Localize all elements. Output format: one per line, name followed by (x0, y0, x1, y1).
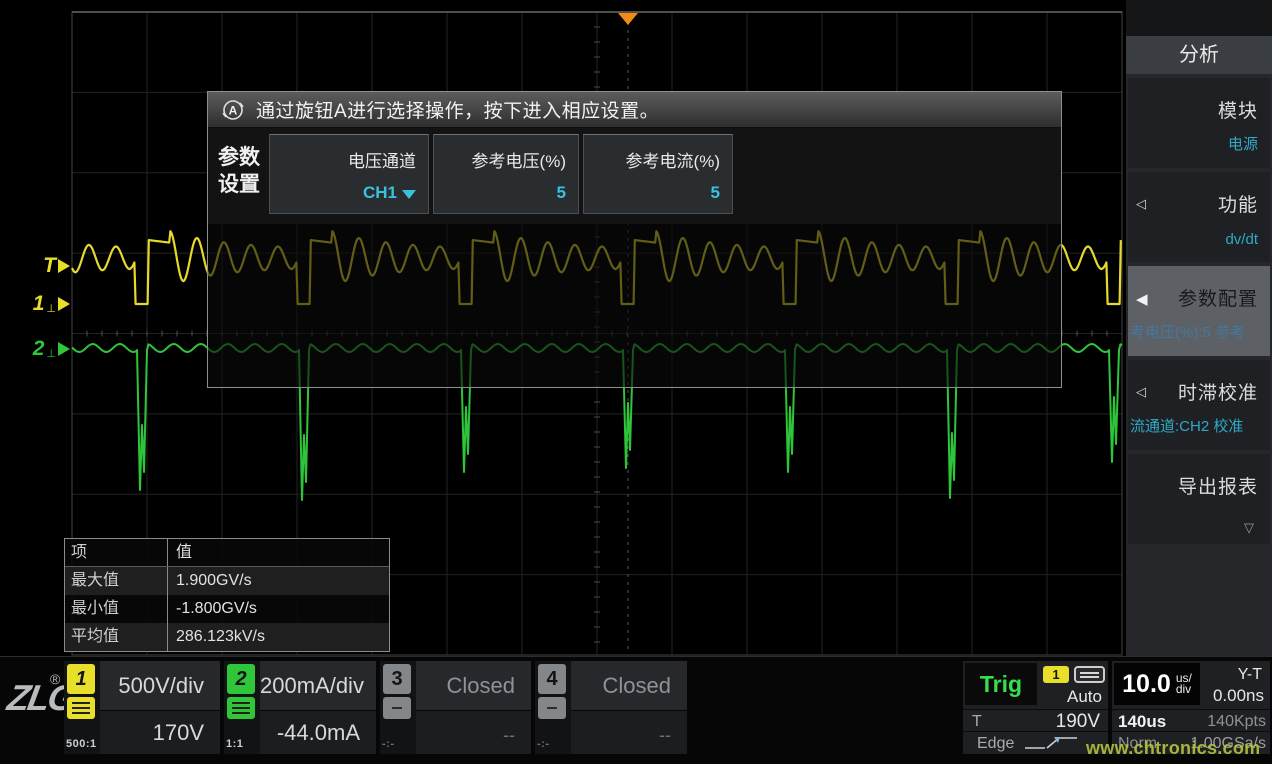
chevron-down-icon: ▽ (1244, 520, 1254, 536)
ch1-arrow-icon (58, 297, 70, 311)
ch1-ground-marker[interactable]: 1 ⊥ (16, 292, 70, 316)
collapse-arrow-icon: ◀ (1136, 290, 1148, 308)
collapse-arrow-icon: ◁ (1136, 384, 1146, 400)
ch2-arrow-icon (58, 342, 70, 356)
ch1-offset: 170V (153, 720, 204, 746)
trigger-position-icon (618, 13, 638, 25)
horizontal-delay: 0.00ns (1213, 686, 1264, 706)
ch1-marker-label: 1 (33, 292, 45, 316)
trigger-level-marker[interactable]: T (16, 254, 70, 278)
trigger-type: Edge (977, 735, 1014, 753)
ch2-ground-marker[interactable]: 2 ⊥ (16, 337, 70, 361)
registered-mark: ® (50, 671, 60, 687)
ch3-scale: Closed (416, 661, 531, 711)
ch4-scale: Closed (571, 661, 687, 711)
memory-depth: 140Kpts (1207, 713, 1266, 731)
sidebar-top-spacer (1126, 0, 1272, 36)
ch3-coupling-icon (383, 697, 411, 719)
ref-voltage-button[interactable]: 参考电压(%) 5 (433, 134, 579, 214)
timebase-scale-box: 10.0 us/div (1114, 663, 1200, 705)
svg-text:A: A (229, 103, 238, 117)
menu-item-module[interactable]: 模块 电源 (1128, 78, 1270, 168)
dialog-body-overlay (208, 224, 1061, 387)
channel1-block[interactable]: 1 500:1 500V/div 170V (64, 661, 220, 754)
channel3-block[interactable]: 3 -:- Closed -- (380, 661, 531, 754)
table-row: 最大值 1.900GV/s (65, 567, 389, 595)
table-row: 平均值 286.123kV/s (65, 623, 389, 651)
oscilloscope-screen: T 1 ⊥ 2 ⊥ A 通过旋钮A进行选择操作，按下进入相应设置。 参数 设置 (0, 0, 1272, 764)
timebase-unit: us/div (1176, 673, 1192, 695)
ch4-probe-ratio: -:- (537, 738, 550, 750)
menu-item-export-report[interactable]: 导出报表 ▽ (1128, 454, 1270, 544)
measurement-table: 项 值 最大值 1.900GV/s 最小值 -1.800GV/s 平均值 286… (64, 538, 390, 652)
dialog-param-row: 参数 设置 电压通道 CH1 参考电压(%) 5 参考电流(%) 5 (208, 128, 1061, 224)
menu-item-function[interactable]: ◁ 功能 dv/dt (1128, 172, 1270, 262)
col-value-header: 值 (168, 539, 389, 566)
dialog-title: 通过旋钮A进行选择操作，按下进入相应设置。 (256, 96, 659, 123)
ch1-probe-ratio: 500:1 (66, 738, 97, 750)
trigger-arrow-icon (58, 259, 70, 273)
watermark: www.chtronics.com (1086, 738, 1260, 759)
table-row: 最小值 -1.800GV/s (65, 595, 389, 623)
trigger-mode: Auto (1067, 687, 1102, 707)
trigger-level-value: 190V (1056, 711, 1100, 733)
dropdown-arrow-icon (402, 190, 416, 199)
ch3-offset: -- (503, 725, 515, 746)
timebase-scale: 10.0 (1122, 670, 1171, 699)
table-header-row: 项 值 (65, 539, 389, 567)
col-item-header: 项 (65, 539, 168, 566)
trigger-source-badge: 1 (1043, 666, 1069, 683)
capture-window: 140us (1118, 712, 1166, 732)
analysis-menu: 分析 模块 电源 ◁ 功能 dv/dt ◀ 参数配置 考电压(%):5 参考 ◁… (1126, 0, 1272, 656)
rising-edge-icon (1021, 734, 1081, 752)
ch2-scale: 200mA/div (260, 661, 376, 711)
param-settings-label: 参数 设置 (218, 144, 260, 198)
ref-current-value: 5 (711, 183, 720, 203)
ground-icon: ⊥ (46, 302, 56, 315)
ch3-badge: 3 (383, 664, 411, 694)
voltage-channel-value: CH1 (363, 183, 397, 202)
ch2-badge: 2 (227, 664, 255, 694)
menu-title: 分析 (1126, 36, 1272, 74)
ch1-coupling-icon (67, 697, 95, 719)
knob-a-icon: A (220, 97, 246, 123)
ref-voltage-value: 5 (557, 183, 566, 203)
display-mode: Y-T (1238, 666, 1262, 684)
status-bar: ZLG ® 1 500:1 500V/div 170V 2 1:1 200mA/… (0, 656, 1272, 764)
ch2-coupling-icon (227, 697, 255, 719)
menu-item-deskew[interactable]: ◁ 时滞校准 流通道:CH2 校准 (1128, 360, 1270, 450)
channel2-block[interactable]: 2 1:1 200mA/div -44.0mA (224, 661, 376, 754)
ch2-marker-label: 2 (33, 337, 45, 361)
trigger-coupling-icon (1074, 666, 1105, 683)
menu-item-param-config[interactable]: ◀ 参数配置 考电压(%):5 参考 (1128, 266, 1270, 356)
ch4-offset: -- (659, 725, 671, 746)
ch3-probe-ratio: -:- (382, 738, 395, 750)
ch4-coupling-icon (538, 697, 566, 719)
ground-icon: ⊥ (46, 347, 56, 360)
knob-settings-dialog: A 通过旋钮A进行选择操作，按下进入相应设置。 参数 设置 电压通道 CH1 参… (207, 91, 1062, 388)
ref-current-button[interactable]: 参考电流(%) 5 (583, 134, 733, 214)
ch1-badge: 1 (67, 664, 95, 694)
ch1-scale: 500V/div (100, 661, 220, 711)
dialog-header: A 通过旋钮A进行选择操作，按下进入相应设置。 (208, 92, 1061, 128)
collapse-arrow-icon: ◁ (1136, 196, 1146, 212)
trigger-status: Trig (965, 663, 1037, 705)
ch2-offset: -44.0mA (277, 720, 360, 746)
voltage-channel-button[interactable]: 电压通道 CH1 (269, 134, 429, 214)
ch4-badge: 4 (538, 664, 566, 694)
trigger-marker-label: T (43, 254, 56, 278)
channel4-block[interactable]: 4 -:- Closed -- (535, 661, 687, 754)
ch2-probe-ratio: 1:1 (226, 738, 243, 750)
trigger-level-label: T (972, 713, 982, 731)
